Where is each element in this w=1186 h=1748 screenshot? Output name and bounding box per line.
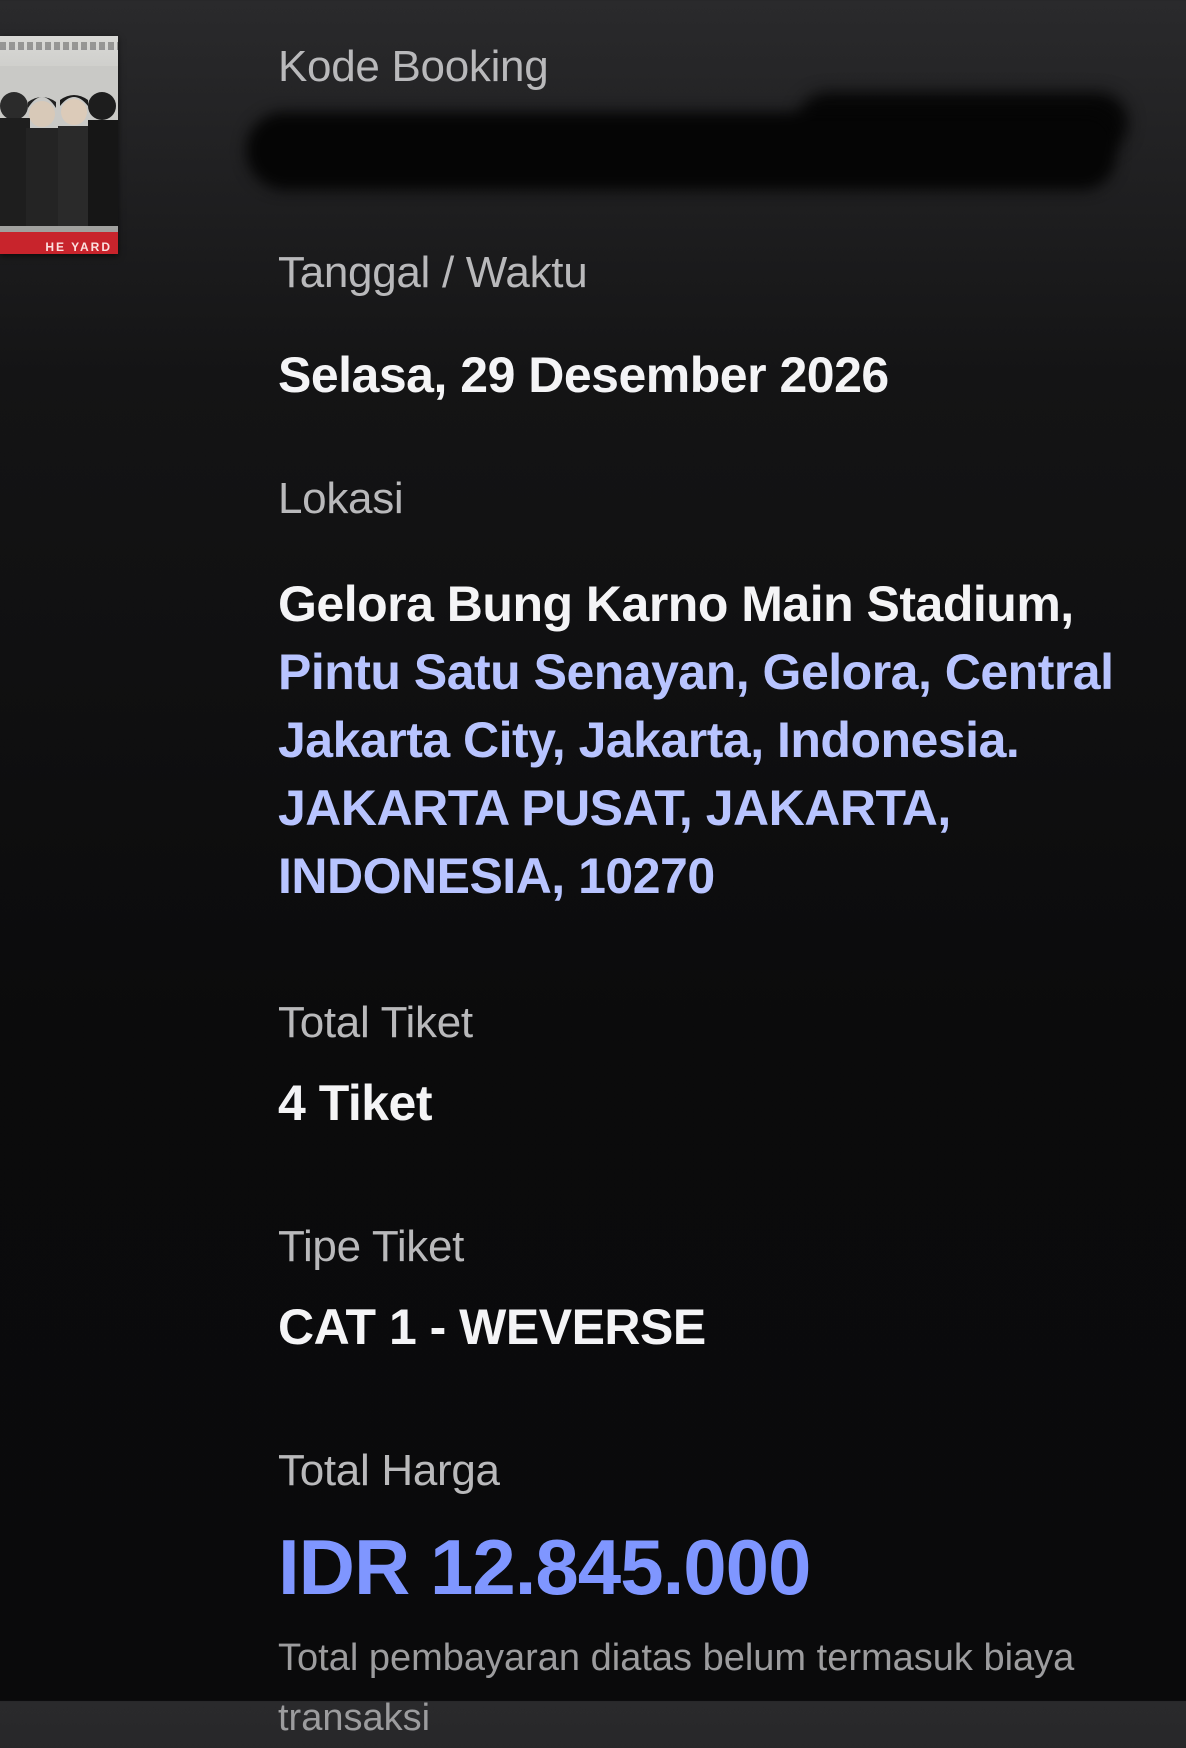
total-price-label: Total Harga <box>278 1446 500 1495</box>
address-line[interactable]: Jakarta City, Jakarta, Indonesia. <box>278 706 1186 774</box>
group-photo-image <box>0 66 118 226</box>
total-tickets-value: 4 Tiket <box>278 1075 433 1131</box>
location-address[interactable]: Gelora Bung Karno Main Stadium, Pintu Sa… <box>278 570 1186 910</box>
event-thumbnail[interactable]: HE YARD <box>0 36 118 254</box>
address-line[interactable]: INDONESIA, 10270 <box>278 842 1186 910</box>
booking-code-redacted <box>246 112 1116 190</box>
ticket-type-label: Tipe Tiket <box>278 1222 465 1271</box>
address-line[interactable]: Pintu Satu Senayan, Gelora, Central <box>278 638 1186 706</box>
price-note: Total pembayaran diatas belum termasuk b… <box>278 1637 1075 1739</box>
thumbnail-banner: HE YARD <box>0 232 118 254</box>
ticket-type-value: CAT 1 - WEVERSE <box>278 1299 706 1355</box>
booking-code-label: Kode Booking <box>278 42 549 91</box>
thumbnail-caption-strip <box>0 42 118 50</box>
datetime-value: Selasa, 29 Desember 2026 <box>278 347 889 403</box>
location-label: Lokasi <box>278 474 404 523</box>
address-line: Gelora Bung Karno Main Stadium, <box>278 576 1074 632</box>
total-tickets-label: Total Tiket <box>278 998 473 1047</box>
address-line[interactable]: JAKARTA PUSAT, JAKARTA, <box>278 774 1186 842</box>
total-price-value: IDR 12.845.000 <box>278 1523 811 1611</box>
datetime-label: Tanggal / Waktu <box>278 248 588 297</box>
